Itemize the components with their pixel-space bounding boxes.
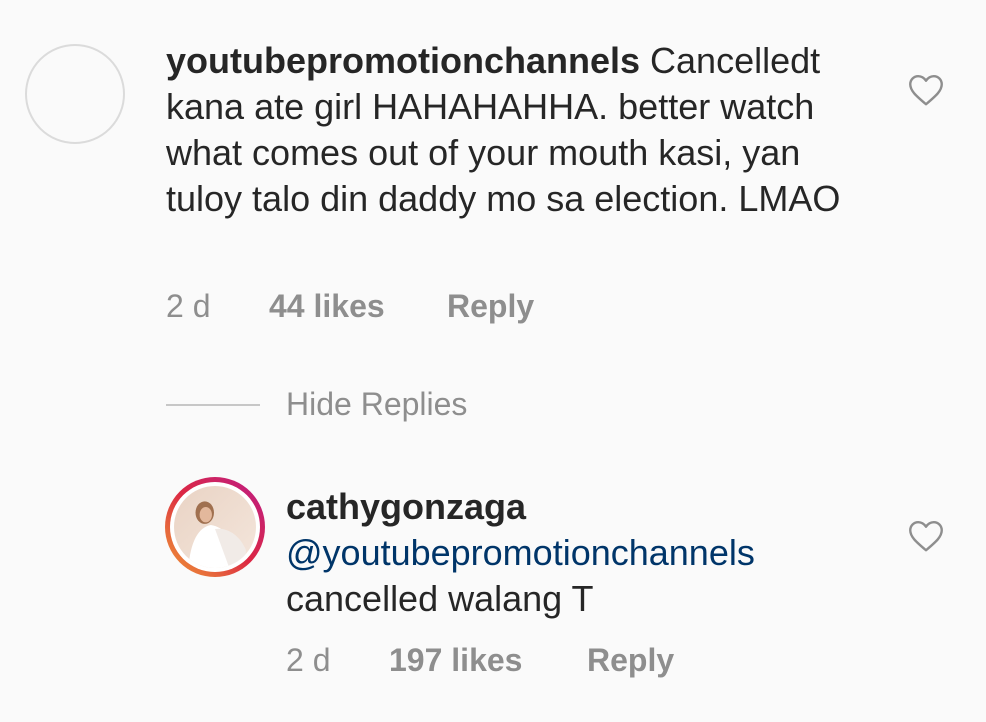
comment-username[interactable]: youtubepromotionchannels [166, 40, 640, 81]
profile-photo-icon [174, 486, 256, 568]
reply-button[interactable]: Reply [587, 642, 674, 679]
divider-line [166, 404, 260, 406]
comment-timestamp: 2 d [166, 288, 211, 324]
reply-text: cancelled walang T [286, 578, 594, 619]
likes-count[interactable]: 197 likes [389, 642, 522, 679]
default-avatar[interactable] [25, 44, 125, 144]
hide-replies-label[interactable]: Hide Replies [286, 386, 467, 423]
likes-count[interactable]: 44 likes [269, 288, 385, 325]
comment-body: youtubepromotionchannels Cancelledt kana… [166, 38, 866, 222]
reply-timestamp: 2 d [286, 642, 331, 678]
mention-link[interactable]: @youtubepromotionchannels [286, 530, 886, 576]
heart-icon[interactable] [908, 519, 944, 553]
heart-icon[interactable] [908, 73, 944, 107]
reply-username[interactable]: cathygonzaga [286, 484, 886, 530]
reply-body: cathygonzaga @youtubepromotionchannels c… [286, 484, 886, 622]
reply-button[interactable]: Reply [447, 288, 534, 325]
story-ring-avatar[interactable] [165, 477, 265, 577]
